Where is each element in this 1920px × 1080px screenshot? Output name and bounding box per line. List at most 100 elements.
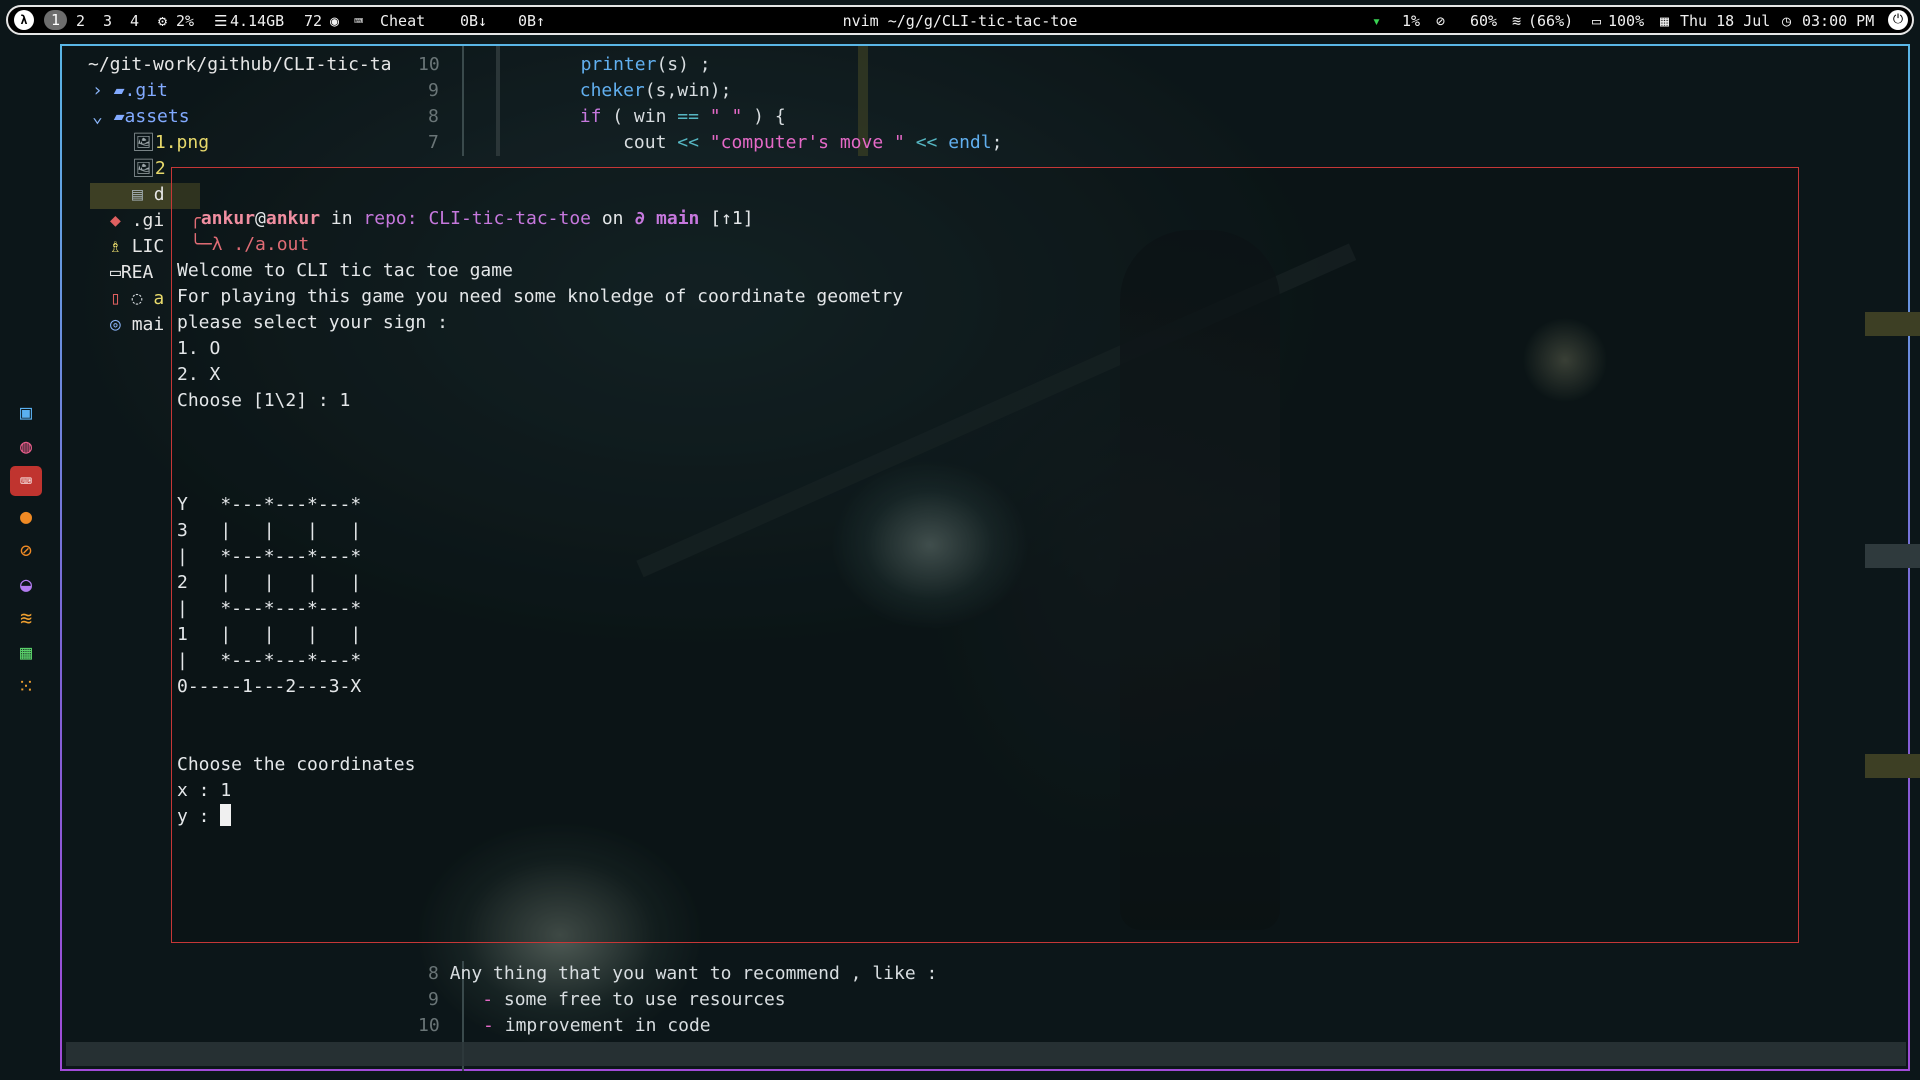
prompt-user: ankur [200,208,256,229]
tree-item-assets[interactable]: ⌄ ▰assets [92,104,190,130]
operator: << [677,132,699,153]
terminal-icon[interactable]: ⌨ [10,466,42,496]
output-line: Choose [1\2] : 1 [177,390,351,411]
binary-icon: ▯ [110,288,121,309]
monitor-icon[interactable]: ▦ [14,640,38,664]
tree-item-main[interactable]: ◎ mai [110,312,164,338]
tree-item-label: REA [120,262,154,283]
tree-item-2[interactable]: 🖼2 [132,156,166,182]
tree-item-label: .git [124,80,168,101]
power-icon[interactable]: ⏻ [1888,10,1908,30]
prompt-branch: ∂ main [634,208,700,229]
tree-item-gitignore[interactable]: ◆ .gi [110,208,164,234]
cpu-icon: ⚙ [158,12,168,30]
layers-icon[interactable]: ≋ [14,606,38,630]
window-title: nvim ~/g/g/CLI-tic-tac-toe [842,12,1078,30]
tree-item-d[interactable]: ▤ d [132,182,165,208]
line-number: 9 [428,80,439,101]
operator: == [677,106,699,127]
workspace-1[interactable]: 1 [44,10,68,30]
prompt-line: ╭ankur@ankur in repo: CLI-tic-tac-toe on… [190,206,754,232]
workspace-3[interactable]: 3 [103,12,112,30]
readme-line[interactable]: 9 - some free to use resources [428,987,786,1013]
prompt-text: in [320,208,364,229]
tree-item-aout[interactable]: ▯ ◌ a [110,286,164,312]
code-text: ) { [753,106,786,127]
input-line[interactable]: y : [177,804,232,830]
tree-item-license[interactable]: ♗ LIC [110,234,164,260]
output-line: Welcome to CLI tic tac toe game [177,260,513,281]
files-icon[interactable]: ▣ [14,400,38,424]
board-line: | *---*---*---* [177,650,362,671]
memory-icon: ☰ [214,12,228,30]
readme-text: some free to use resources [493,989,786,1010]
workspace-4[interactable]: 4 [130,12,139,30]
tree-item-label: assets [124,106,190,127]
temperature-icon: ◉ [330,12,340,30]
wifi-icon[interactable]: ≋ [1512,12,1521,30]
readme-line[interactable]: 10 - improvement in code [418,1013,711,1039]
board-line: 2 | | | | [177,572,362,593]
identifier: endl [937,132,992,153]
output-line: x : 1 [177,780,232,801]
tree-root-path: ~/git-work/github/CLI-tic-ta [88,54,392,75]
line-number: 8 [428,963,439,984]
tree-item-readme[interactable]: ▭REA [110,260,153,286]
clock-icon: ◷ [1782,12,1792,30]
prompt-corner-icon: ╭ [190,208,201,229]
readme-text: improvement in code [493,1015,711,1036]
board-line: | *---*---*---* [177,546,362,567]
output-line: please select your sign : [177,312,448,333]
floating-terminal[interactable]: ╭ankur@ankur in repo: CLI-tic-tac-toe on… [171,167,1799,943]
memory-usage: 4.14GB [230,12,285,30]
line-number: 10 [418,1015,440,1036]
function-call: cheker [579,80,645,101]
launcher-icon[interactable]: λ [14,10,34,30]
terminal-window: ~/git-work/github/CLI-tic-ta › ▰.git ⌄ ▰… [60,44,1920,1071]
tree-item-label: 2 [154,158,166,179]
firefox-icon[interactable]: ● [14,504,38,528]
cpp-icon: ◎ [110,314,121,335]
line-number: 7 [428,132,439,153]
string-literal: "computer's move " [698,132,916,153]
compass-icon[interactable]: ⊘ [14,538,38,562]
input-prompt: y : [177,806,221,827]
code-line[interactable]: 10 printer(s) ; [418,52,711,78]
battery-level: 100% [1608,12,1645,30]
code-line[interactable]: 8 if ( win == " " ) { [428,104,786,130]
readme-text: Any thing that you want to recommend , l… [449,963,938,984]
tree-item-1png[interactable]: 🖼1.png [132,130,209,156]
output-line: Choose the coordinates [177,754,416,775]
keyboard-icon: ⌨ [354,12,364,30]
image-icon: 🖼 [132,132,155,153]
gamepad-icon[interactable]: ◒ [14,572,38,596]
readme-line[interactable]: 8 Any thing that you want to recommend ,… [428,961,937,987]
wifi-strength: (66%) [1528,12,1574,30]
bullet: - [483,1015,494,1036]
image-icon: 🖼 [132,158,155,179]
cpu-usage: 2% [176,12,195,30]
board-line: 1 | | | | [177,624,362,645]
code-text: ( win [601,106,678,127]
code-text: ; [991,132,1003,153]
eye-off-icon[interactable]: ⊘ [1436,12,1445,30]
workspace-2[interactable]: 2 [76,12,85,30]
net-down: 0B↓ [460,12,488,30]
cheat-label[interactable]: Cheat [380,12,425,30]
operator: << [915,132,938,153]
calendar-icon: ▦ [1660,12,1670,30]
code-line[interactable]: 7 cout << "computer's move " << endl; [428,130,1002,156]
apps-grid-icon[interactable]: ⁙ [14,674,38,698]
scroll-marker-view[interactable] [1865,544,1920,568]
code-text: cout [623,132,678,153]
tree-item-git[interactable]: › ▰.git [92,78,168,104]
board-line: 0-----1---2---3-X [177,676,362,697]
license-icon: ♗ [110,236,121,257]
browser-icon[interactable]: ◍ [14,434,38,458]
code-line[interactable]: 9 cheker(s,win); [428,78,731,104]
temperature: 72 [304,12,323,30]
keyword: if [579,106,602,127]
scroll-marker-change [1865,312,1920,336]
status-line [66,1042,1906,1066]
board-line: Y *---*---*---* [177,494,362,515]
